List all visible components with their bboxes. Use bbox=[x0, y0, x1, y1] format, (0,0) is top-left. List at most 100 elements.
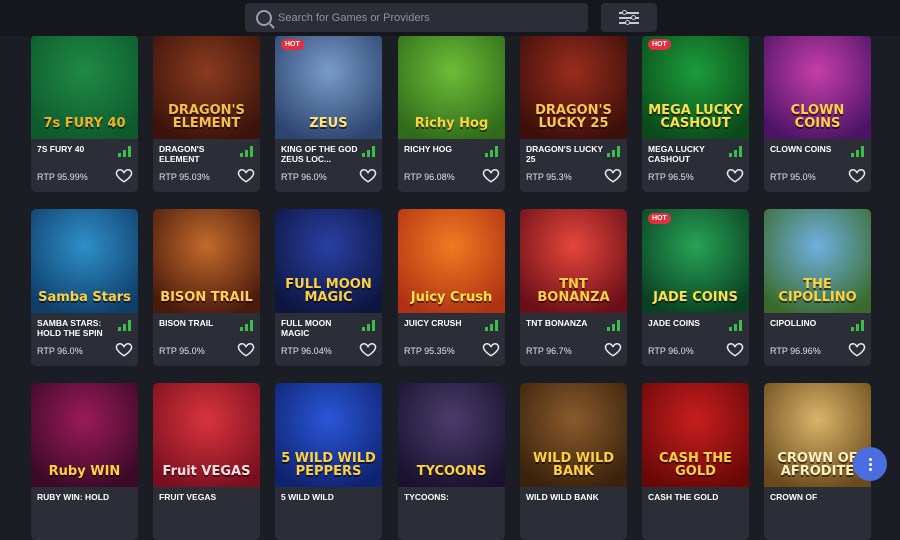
game-thumbnail[interactable]: Richy Hog bbox=[398, 35, 505, 139]
game-logo: BISON TRAIL bbox=[160, 290, 253, 306]
volatility-icon bbox=[362, 320, 375, 331]
game-card[interactable]: CLOWN COINS Clown Coins RTP 95.0% bbox=[764, 35, 871, 192]
game-logo: CASH THE GOLD bbox=[659, 450, 732, 480]
game-card[interactable]: DRAGON'S ELEMENT Dragon's Element RTP 95.0… bbox=[153, 35, 260, 192]
favorite-heart-icon[interactable] bbox=[726, 340, 744, 358]
game-card[interactable]: MEGA LUCKY CASHOUT HOT Mega Lucky Cashout R… bbox=[642, 35, 749, 192]
game-card[interactable]: Richy Hog Richy Hog RTP 96.08% bbox=[398, 35, 505, 192]
more-options-button[interactable] bbox=[853, 447, 887, 481]
game-title: Samba Stars: Hold the Spin bbox=[37, 318, 103, 338]
game-title: Cipollino bbox=[770, 318, 817, 328]
game-card[interactable]: DRAGON'S LUCKY 25 Dragon's Lucky 25 RTP 95… bbox=[520, 35, 627, 192]
favorite-heart-icon[interactable] bbox=[115, 340, 133, 358]
search-icon bbox=[256, 9, 272, 26]
game-thumbnail[interactable]: Fruit VEGAS bbox=[153, 383, 260, 487]
favorite-heart-icon[interactable] bbox=[237, 340, 255, 358]
game-logo: Fruit VEGAS bbox=[162, 464, 251, 480]
favorite-heart-icon[interactable] bbox=[482, 166, 500, 184]
game-card[interactable]: BISON TRAIL Bison Trail RTP 95.0% bbox=[153, 209, 260, 366]
favorite-heart-icon[interactable] bbox=[848, 340, 866, 358]
game-card[interactable]: TNT BONANZA TNT Bonanza RTP 96.7% bbox=[520, 209, 627, 366]
game-thumbnail[interactable]: WILD WILD BANK bbox=[520, 383, 627, 487]
volatility-icon bbox=[851, 320, 864, 331]
favorite-heart-icon[interactable] bbox=[237, 166, 255, 184]
favorite-heart-icon[interactable] bbox=[604, 166, 622, 184]
game-card[interactable]: 5 WILD WILD PEPPERS 5 Wild Wild bbox=[275, 383, 382, 540]
game-thumbnail[interactable]: MEGA LUCKY CASHOUT HOT bbox=[642, 35, 749, 139]
volatility-icon bbox=[607, 146, 620, 157]
game-logo: WILD WILD BANK bbox=[532, 450, 615, 480]
game-card[interactable]: 7s FURY 40 7s Fury 40 RTP 95.99% bbox=[31, 35, 138, 192]
favorite-heart-icon[interactable] bbox=[482, 340, 500, 358]
game-rtp: RTP 96.0% bbox=[37, 346, 83, 356]
game-logo: 5 WILD WILD PEPPERS bbox=[281, 450, 376, 480]
favorite-heart-icon[interactable] bbox=[359, 166, 377, 184]
filter-button[interactable] bbox=[601, 3, 657, 32]
game-card[interactable]: CASH THE GOLD Cash the Gold bbox=[642, 383, 749, 540]
game-rtp: RTP 95.3% bbox=[526, 172, 572, 182]
game-title: Juicy Crush bbox=[404, 318, 462, 328]
game-rtp: RTP 96.08% bbox=[404, 172, 455, 182]
game-title: Fruit Vegas bbox=[159, 492, 217, 502]
favorite-heart-icon[interactable] bbox=[359, 340, 377, 358]
game-title: Jade Coins bbox=[648, 318, 700, 328]
game-rtp: RTP 95.0% bbox=[770, 172, 816, 182]
game-title: Dragon's Element bbox=[159, 144, 205, 164]
game-thumbnail[interactable]: ZEUS HOT bbox=[275, 35, 382, 139]
volatility-icon bbox=[118, 320, 131, 331]
game-card[interactable]: Ruby WIN Ruby Win: Hold bbox=[31, 383, 138, 540]
game-thumbnail[interactable]: Juicy Crush bbox=[398, 209, 505, 313]
game-title: 7s Fury 40 bbox=[37, 144, 85, 154]
game-title: Clown Coins bbox=[770, 144, 832, 154]
volatility-icon bbox=[362, 146, 375, 157]
volatility-icon bbox=[240, 146, 253, 157]
games-grid: 7s FURY 40 7s Fury 40 RTP 95.99% DRAGON'S E… bbox=[0, 0, 900, 540]
game-card[interactable]: WILD WILD BANK Wild Wild Bank bbox=[520, 383, 627, 540]
game-thumbnail[interactable]: CASH THE GOLD bbox=[642, 383, 749, 487]
game-card[interactable]: ZEUS HOT King of the God Zeus Loc... RTP 96… bbox=[275, 35, 382, 192]
game-logo: ZEUS bbox=[309, 116, 348, 132]
game-thumbnail[interactable]: 5 WILD WILD PEPPERS bbox=[275, 383, 382, 487]
game-thumbnail[interactable]: FULL MOON MAGIC bbox=[275, 209, 382, 313]
game-card[interactable]: Fruit VEGAS Fruit Vegas bbox=[153, 383, 260, 540]
game-title: Mega Lucky Cashout bbox=[648, 144, 705, 164]
game-thumbnail[interactable]: THE CIPOLLINO bbox=[764, 209, 871, 313]
game-thumbnail[interactable]: DRAGON'S LUCKY 25 bbox=[520, 35, 627, 139]
game-rtp: RTP 96.0% bbox=[648, 346, 694, 356]
favorite-heart-icon[interactable] bbox=[604, 340, 622, 358]
game-title: Cash the Gold bbox=[648, 492, 719, 502]
favorite-heart-icon[interactable] bbox=[726, 166, 744, 184]
game-rtp: RTP 95.99% bbox=[37, 172, 88, 182]
game-thumbnail[interactable]: Ruby WIN bbox=[31, 383, 138, 487]
volatility-icon bbox=[851, 146, 864, 157]
game-logo: Samba Stars bbox=[38, 290, 131, 306]
game-thumbnail[interactable]: BISON TRAIL bbox=[153, 209, 260, 313]
favorite-heart-icon[interactable] bbox=[848, 166, 866, 184]
game-logo: TNT BONANZA bbox=[537, 276, 610, 306]
game-rtp: RTP 95.0% bbox=[159, 346, 205, 356]
game-logo: Juicy Crush bbox=[410, 290, 493, 306]
game-card[interactable]: TYCOONS Tycoons: bbox=[398, 383, 505, 540]
game-thumbnail[interactable]: 7s FURY 40 bbox=[31, 35, 138, 139]
search-input[interactable]: Search for Games or Providers bbox=[245, 3, 588, 32]
game-card[interactable]: JADE COINS HOT Jade Coins RTP 96.0% bbox=[642, 209, 749, 366]
game-logo: CLOWN COINS bbox=[790, 102, 845, 132]
game-card[interactable]: Juicy Crush Juicy Crush RTP 95.35% bbox=[398, 209, 505, 366]
favorite-heart-icon[interactable] bbox=[115, 166, 133, 184]
hot-badge: HOT bbox=[648, 39, 671, 50]
game-title: Crown of bbox=[770, 492, 818, 502]
game-thumbnail[interactable]: DRAGON'S ELEMENT bbox=[153, 35, 260, 139]
game-rtp: RTP 96.7% bbox=[526, 346, 572, 356]
game-thumbnail[interactable]: JADE COINS HOT bbox=[642, 209, 749, 313]
game-thumbnail[interactable]: Samba Stars bbox=[31, 209, 138, 313]
search-placeholder: Search for Games or Providers bbox=[278, 11, 430, 24]
volatility-icon bbox=[729, 320, 742, 331]
game-thumbnail[interactable]: TNT BONANZA bbox=[520, 209, 627, 313]
game-card[interactable]: Samba Stars Samba Stars: Hold the Spin RTP… bbox=[31, 209, 138, 366]
game-title: Full Moon Magic bbox=[281, 318, 332, 338]
game-thumbnail[interactable]: TYCOONS bbox=[398, 383, 505, 487]
game-rtp: RTP 96.0% bbox=[281, 172, 327, 182]
game-card[interactable]: FULL MOON MAGIC Full Moon Magic RTP 96.04% bbox=[275, 209, 382, 366]
game-card[interactable]: THE CIPOLLINO Cipollino RTP 96.96% bbox=[764, 209, 871, 366]
game-thumbnail[interactable]: CLOWN COINS bbox=[764, 35, 871, 139]
